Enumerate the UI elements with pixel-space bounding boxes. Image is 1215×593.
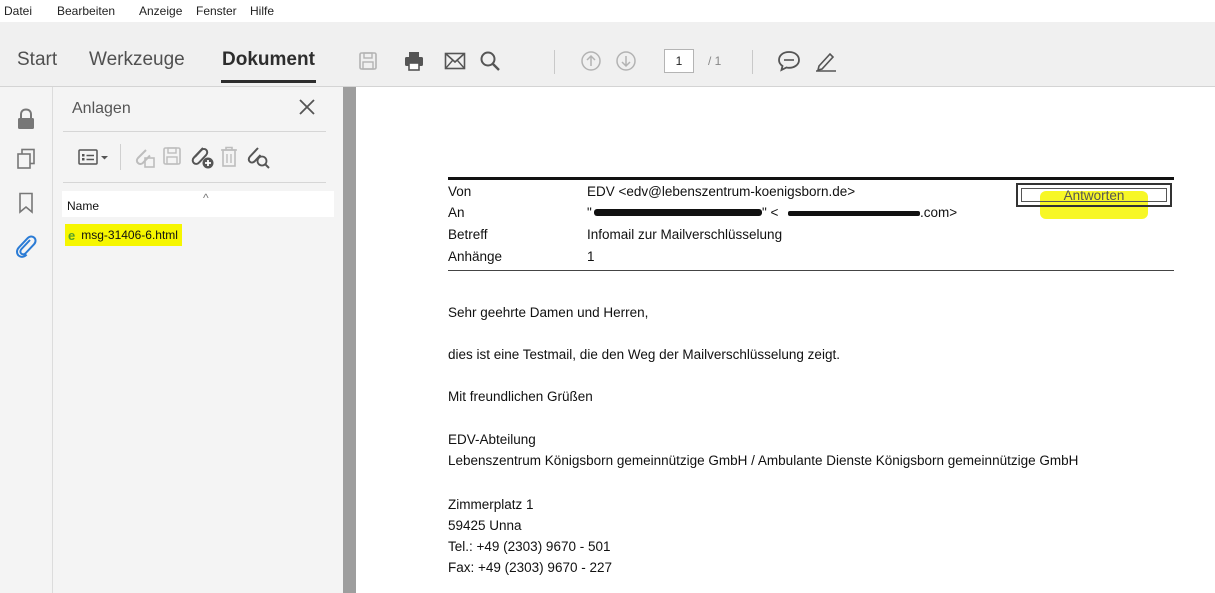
divider [63, 182, 326, 183]
page-number-input[interactable]: 1 [664, 49, 694, 73]
print-icon[interactable] [401, 48, 427, 74]
tab-start[interactable]: Start [17, 49, 57, 71]
email-to-prefix: " [587, 205, 592, 220]
reply-button[interactable]: Antworten [1016, 183, 1172, 207]
menu-bar: Datei Bearbeiten Anzeige Fenster Hilfe [0, 0, 1215, 22]
email-subject: Infomail zur Mailverschlüsselung [587, 227, 783, 242]
phone-number: Tel.: +49 (2303) 9670 - 501 [448, 539, 611, 554]
sort-ascending-icon: ^ [203, 191, 209, 205]
toolbar-separator [752, 50, 753, 74]
redacted-address [788, 211, 920, 216]
open-attachment-icon[interactable] [131, 144, 157, 170]
label-from: Von [448, 184, 472, 199]
menu-bearbeiten[interactable]: Bearbeiten [57, 4, 115, 18]
attachment-file-name: msg-31406-6.html [81, 228, 178, 242]
tab-tools[interactable]: Werkzeuge [89, 49, 185, 71]
next-page-icon[interactable] [613, 48, 639, 74]
save-attachment-icon[interactable] [160, 144, 186, 170]
email-to-suffix: .com> [920, 205, 958, 220]
toolbar-separator [554, 50, 555, 74]
panel-splitter[interactable] [343, 87, 356, 593]
search-attachment-icon[interactable] [245, 144, 271, 170]
search-icon[interactable] [477, 48, 503, 74]
menu-fenster[interactable]: Fenster [196, 4, 237, 18]
fax-number: Fax: +49 (2303) 9670 - 227 [448, 560, 612, 575]
bookmark-icon[interactable] [14, 191, 38, 215]
lock-icon[interactable] [14, 107, 38, 131]
main-toolbar: Start Werkzeuge Dokument 1 / 1 [0, 22, 1215, 87]
redacted-recipient [594, 209, 762, 216]
attachment-file-row[interactable]: e msg-31406-6.html [65, 224, 182, 246]
email-from: EDV <edv@lebenszentrum-koenigsborn.de> [587, 184, 856, 199]
email-icon[interactable] [442, 48, 468, 74]
save-icon[interactable] [355, 48, 381, 74]
signature-department: EDV-Abteilung [448, 432, 536, 447]
address-street: Zimmerplatz 1 [448, 497, 534, 512]
options-menu-icon[interactable] [76, 144, 112, 170]
body-greeting: Sehr geehrte Damen und Herren, [448, 305, 649, 320]
attachment-paperclip-icon[interactable] [14, 234, 38, 258]
reply-button-label: Antworten [1063, 188, 1125, 203]
comment-icon[interactable] [776, 48, 802, 74]
email-to-mid: " < [762, 205, 779, 220]
attachments-panel: Anlagen Name ^ e msg-31406-6.html [53, 87, 343, 593]
html-file-icon: e [68, 227, 76, 243]
column-header-name[interactable]: Name ^ [62, 191, 334, 217]
delete-attachment-icon[interactable] [216, 144, 242, 170]
body-closing: Mit freundlichen Grüßen [448, 389, 593, 404]
header-top-rule [448, 177, 1174, 180]
address-city: 59425 Unna [448, 518, 522, 533]
menu-hilfe[interactable]: Hilfe [250, 4, 274, 18]
menu-datei[interactable]: Datei [4, 4, 32, 18]
page-total: / 1 [708, 54, 722, 68]
email-attachment-count: 1 [587, 249, 595, 264]
label-attachments: Anhänge [448, 249, 503, 264]
menu-anzeige[interactable]: Anzeige [139, 4, 182, 18]
tab-document[interactable]: Dokument [222, 49, 315, 71]
add-attachment-icon[interactable] [189, 144, 215, 170]
close-icon[interactable] [293, 93, 321, 121]
label-subject: Betreff [448, 227, 488, 242]
sign-pen-icon[interactable] [813, 48, 839, 74]
toolbar-separator [120, 144, 121, 170]
document-view: Von EDV <edv@lebenszentrum-koenigsborn.d… [356, 87, 1215, 593]
label-to: An [448, 205, 465, 220]
previous-page-icon[interactable] [578, 48, 604, 74]
column-name-label: Name [67, 199, 100, 213]
pages-icon[interactable] [14, 147, 38, 171]
divider [63, 131, 326, 132]
active-tab-indicator [221, 80, 316, 83]
navigation-rail [0, 87, 53, 593]
attachments-panel-title: Anlagen [72, 100, 131, 117]
header-bottom-rule [448, 270, 1174, 271]
body-line: dies ist eine Testmail, die den Weg der … [448, 347, 840, 362]
signature-organization: Lebenszentrum Königsborn gemeinnützige G… [448, 453, 1079, 468]
